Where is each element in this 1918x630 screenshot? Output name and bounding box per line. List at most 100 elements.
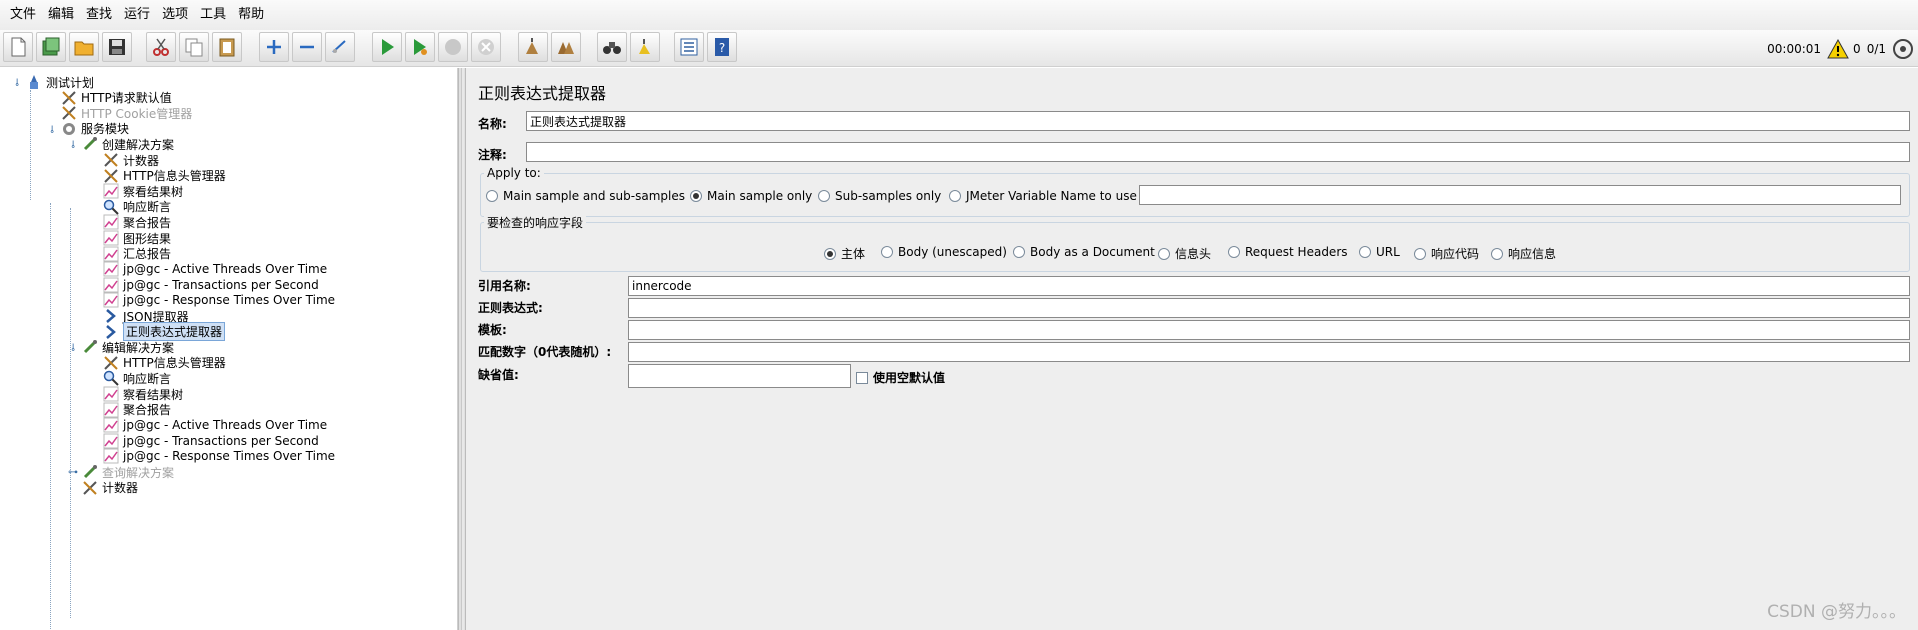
default-value-field[interactable] bbox=[628, 364, 851, 388]
split-pane-divider[interactable] bbox=[458, 68, 466, 630]
broom-all-icon bbox=[558, 42, 574, 54]
radio-response-code[interactable]: 响应代码 bbox=[1414, 245, 1479, 262]
variable-name-field[interactable] bbox=[1139, 185, 1901, 205]
tree-connector-line bbox=[70, 488, 71, 618]
watermark: CSDN @努力。。。 bbox=[1767, 602, 1906, 622]
radio-headers[interactable]: 信息头 bbox=[1158, 245, 1211, 262]
menu-tools[interactable]: 工具 bbox=[194, 0, 232, 30]
elapsed-time: 00:00:01 bbox=[1767, 41, 1822, 56]
clear-all-button[interactable] bbox=[551, 32, 581, 62]
toggle-icon bbox=[332, 40, 346, 53]
tree-connector-line bbox=[70, 208, 71, 488]
broom-icon bbox=[526, 38, 538, 54]
graph-icon bbox=[103, 417, 119, 433]
menu-help[interactable]: 帮助 bbox=[232, 0, 270, 30]
tree-node-label: jp@gc - Active Threads Over Time bbox=[123, 418, 328, 433]
wrench-icon bbox=[103, 355, 119, 371]
pipette-icon bbox=[82, 464, 98, 480]
save-icon bbox=[109, 39, 125, 55]
radio-jmeter-variable[interactable]: JMeter Variable Name to use bbox=[949, 189, 1137, 203]
reference-name-field[interactable] bbox=[628, 276, 1910, 296]
regex-extractor-panel: 正则表达式提取器 名称: 注释: Apply to: Main sample a… bbox=[466, 68, 1918, 630]
template-field[interactable] bbox=[628, 320, 1910, 340]
graph-icon bbox=[103, 277, 119, 293]
comment-label: 注释: bbox=[478, 148, 507, 162]
menu-search[interactable]: 查找 bbox=[80, 0, 118, 30]
active-threads: 0/1 bbox=[1866, 41, 1886, 56]
expand-button[interactable] bbox=[259, 32, 289, 62]
graph-icon bbox=[103, 292, 119, 308]
plus-icon bbox=[267, 40, 281, 54]
match-number-field[interactable] bbox=[628, 342, 1910, 362]
tree-node[interactable]: 计数器 bbox=[82, 479, 138, 497]
comment-field[interactable] bbox=[526, 142, 1910, 162]
radio-sub-only[interactable]: Sub-samples only bbox=[818, 189, 941, 203]
extractor-icon bbox=[103, 308, 119, 324]
play-no-pause-icon bbox=[414, 39, 427, 55]
paste-button[interactable] bbox=[212, 32, 242, 62]
collapse-toggle-icon[interactable]: ⊸ bbox=[46, 125, 57, 134]
test-plan-icon bbox=[26, 74, 42, 90]
toggle-button[interactable] bbox=[325, 32, 355, 62]
new-button[interactable] bbox=[3, 32, 33, 62]
collapse-button[interactable] bbox=[292, 32, 322, 62]
save-button[interactable] bbox=[102, 32, 132, 62]
wrench-icon bbox=[103, 168, 119, 184]
collapse-toggle-icon[interactable]: ⊸ bbox=[67, 140, 78, 149]
templates-button[interactable] bbox=[36, 32, 66, 62]
name-field[interactable] bbox=[526, 111, 1910, 131]
scissors-icon bbox=[153, 38, 169, 56]
radio-body[interactable]: 主体 bbox=[824, 245, 865, 262]
menu-file[interactable]: 文件 bbox=[4, 0, 42, 30]
radio-main-and-sub[interactable]: Main sample and sub-samples bbox=[486, 189, 685, 203]
radio-body-as-document[interactable]: Body as a Document bbox=[1013, 245, 1155, 259]
open-button[interactable] bbox=[69, 32, 99, 62]
menu-edit[interactable]: 编辑 bbox=[42, 0, 80, 30]
search-button[interactable] bbox=[597, 32, 627, 62]
pipette-icon bbox=[82, 136, 98, 152]
graph-icon bbox=[103, 448, 119, 464]
collapse-toggle-icon[interactable]: ⊸ bbox=[11, 78, 22, 87]
start-no-pauses-button[interactable] bbox=[405, 32, 435, 62]
warning-icon[interactable] bbox=[1827, 38, 1849, 59]
copy-icon bbox=[185, 38, 203, 57]
tree-node-label: jp@gc - Response Times Over Time bbox=[123, 293, 336, 308]
checkbox-box[interactable] bbox=[856, 371, 868, 384]
tree-node-label: jp@gc - Transactions per Second bbox=[123, 277, 319, 292]
shutdown-button[interactable] bbox=[471, 32, 501, 62]
pipette-icon bbox=[82, 339, 98, 355]
regex-field[interactable] bbox=[628, 298, 1910, 318]
regex-label: 正则表达式: bbox=[478, 301, 543, 315]
radio-response-message[interactable]: 响应信息 bbox=[1491, 245, 1556, 262]
menu-options[interactable]: 选项 bbox=[156, 0, 194, 30]
graph-icon bbox=[103, 386, 119, 402]
start-button[interactable] bbox=[372, 32, 402, 62]
graph-icon bbox=[103, 230, 119, 246]
open-folder-icon bbox=[74, 41, 94, 56]
apply-to-title: Apply to: bbox=[484, 166, 544, 180]
graph-icon bbox=[103, 183, 119, 199]
magnifier-icon bbox=[103, 370, 119, 387]
tree-node-label: jp@gc - Transactions per Second bbox=[123, 433, 319, 448]
cut-button[interactable] bbox=[146, 32, 176, 62]
radio-body-unescaped[interactable]: Body (unescaped) bbox=[881, 245, 1007, 259]
tree-node-label: jp@gc - Active Threads Over Time bbox=[123, 262, 328, 277]
reset-search-button[interactable] bbox=[630, 32, 660, 62]
copy-button[interactable] bbox=[179, 32, 209, 62]
menu-run[interactable]: 运行 bbox=[118, 0, 156, 30]
template-label: 模板: bbox=[478, 323, 507, 337]
radio-url[interactable]: URL bbox=[1359, 245, 1400, 259]
radio-request-headers[interactable]: Request Headers bbox=[1228, 245, 1348, 259]
shutdown-icon bbox=[478, 39, 494, 55]
test-plan-tree: 测试计划 ⊸ HTTP请求默认值 HTTP Cookie管理器 服务模块 ⊸ 创建解决方案 ⊸… bbox=[0, 68, 458, 630]
list-icon bbox=[680, 38, 698, 56]
stop-button[interactable] bbox=[438, 32, 468, 62]
use-empty-default-checkbox[interactable]: 使用空默认值 bbox=[856, 369, 945, 386]
extractor-icon bbox=[103, 324, 119, 340]
function-helper-button[interactable] bbox=[674, 32, 704, 62]
radio-main-only[interactable]: Main sample only bbox=[690, 189, 812, 203]
wrench-icon bbox=[103, 152, 119, 168]
graph-icon bbox=[103, 214, 119, 230]
help-button[interactable]: ? bbox=[707, 32, 737, 62]
clear-button[interactable] bbox=[518, 32, 548, 62]
